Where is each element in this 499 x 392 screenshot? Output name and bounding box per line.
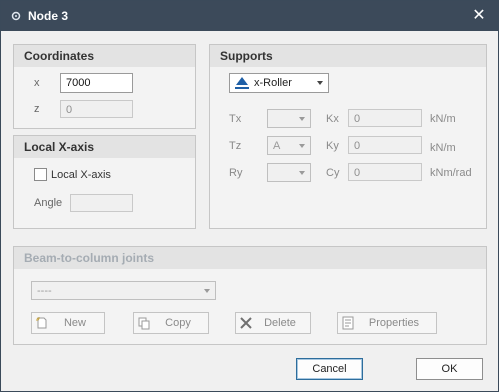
- title-bar: Node 3 ✕: [1, 1, 498, 31]
- joints-select-value: ----: [37, 285, 52, 297]
- joints-select: ----: [31, 281, 216, 300]
- local-x-axis-checkbox[interactable]: [34, 168, 47, 181]
- window-title: Node 3: [28, 9, 69, 23]
- local-x-axis-header: Local X-axis: [14, 136, 195, 158]
- chevron-down-icon: [317, 81, 323, 85]
- ry-label: Ry: [229, 167, 243, 179]
- cancel-button[interactable]: Cancel: [296, 358, 363, 380]
- chevron-down-icon: [204, 289, 210, 293]
- z-label: z: [34, 103, 40, 115]
- copy-joint-label: Copy: [165, 317, 191, 329]
- ky-label: Ky: [326, 140, 339, 152]
- coordinates-header: Coordinates: [14, 45, 195, 67]
- x-input[interactable]: 7000: [60, 73, 133, 93]
- angle-label: Angle: [34, 197, 63, 209]
- supports-group: Supports x-Roller Tx Kx 0 kN/m Tz A Ky 0…: [209, 44, 487, 229]
- kx-unit: kN/m: [430, 113, 456, 125]
- chevron-down-icon: [299, 171, 305, 175]
- new-joint-label: New: [63, 317, 86, 329]
- node-dialog: Node 3 ✕ Coordinates x 7000 z 0 Local X-…: [0, 0, 499, 392]
- tz-label: Tz: [229, 140, 242, 152]
- beam-to-column-joints-group: Beam-to-column joints ---- New Copy Dele…: [13, 246, 487, 345]
- delete-joint-label: Delete: [264, 317, 296, 329]
- joint-properties-label: Properties: [368, 317, 420, 329]
- copy-joint-button: Copy: [133, 312, 209, 334]
- new-joint-button: New: [31, 312, 105, 334]
- close-button[interactable]: ✕: [470, 7, 488, 25]
- tz-select: A: [267, 136, 311, 155]
- supports-header: Supports: [210, 45, 486, 67]
- local-x-axis-checkbox-label[interactable]: Local X-axis: [51, 169, 111, 181]
- ry-select: [267, 163, 311, 182]
- x-label: x: [34, 77, 40, 89]
- app-icon: [11, 11, 21, 21]
- z-input: 0: [60, 100, 133, 118]
- kx-label: Kx: [326, 113, 339, 125]
- coordinates-group: Coordinates x 7000 z 0: [13, 44, 196, 129]
- joint-properties-button: Properties: [337, 312, 437, 334]
- joints-header: Beam-to-column joints: [14, 247, 486, 269]
- cy-label: Cy: [326, 167, 340, 179]
- delete-joint-button: Delete: [235, 312, 311, 334]
- kx-input: 0: [348, 109, 422, 127]
- chevron-down-icon: [299, 144, 305, 148]
- local-x-axis-group: Local X-axis Local X-axis Angle: [13, 135, 196, 229]
- ok-button[interactable]: OK: [416, 358, 483, 380]
- chevron-down-icon: [299, 117, 305, 121]
- support-type-select[interactable]: x-Roller: [229, 73, 329, 93]
- ky-input: 0: [348, 136, 422, 154]
- ky-unit: kN/m: [430, 142, 456, 154]
- tx-label: Tx: [229, 113, 242, 125]
- cy-unit: kNm/rad: [430, 167, 472, 179]
- support-type-value: x-Roller: [254, 77, 292, 89]
- angle-input: [70, 194, 133, 212]
- close-icon: ✕: [472, 7, 486, 24]
- cy-input: 0: [348, 163, 422, 181]
- tx-select: [267, 109, 311, 128]
- tz-value: A: [273, 140, 281, 152]
- roller-support-icon: [235, 77, 249, 89]
